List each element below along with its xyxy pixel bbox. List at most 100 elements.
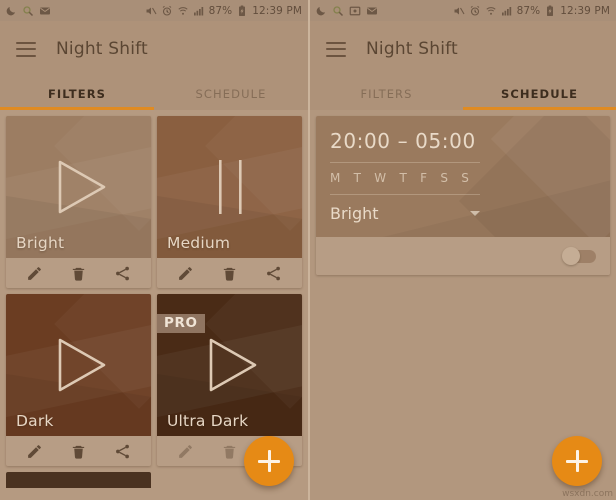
wifi-icon [485,5,497,17]
add-filter-button[interactable] [244,436,294,486]
battery-icon [544,5,556,17]
schedule-toggle[interactable] [562,247,596,265]
app-bar: Night Shift [0,21,308,77]
plus-icon [566,450,588,472]
chevron-down-icon [470,211,480,216]
schedule-time-range[interactable]: 20:00 – 05:00 [330,126,596,162]
page-title: Night Shift [366,39,458,59]
weekday-thursday[interactable]: T [399,171,407,185]
delete-icon[interactable] [221,265,238,282]
edit-icon[interactable] [26,443,43,460]
hamburger-icon[interactable] [16,41,36,57]
schedule-card-body: 20:00 – 05:00 M T W T F S S Bright [316,116,610,237]
plus-icon [258,450,280,472]
edit-icon[interactable] [177,265,194,282]
share-icon[interactable] [114,443,131,460]
status-bar-notification-icons [315,5,378,17]
schedule-card-footer [316,237,610,275]
tab-bar: FILTERS SCHEDULE [0,77,308,110]
edit-icon [177,443,194,460]
delete-icon [221,443,238,460]
edit-icon[interactable] [26,265,43,282]
play-icon [46,334,112,396]
schedule-screen: 87% 12:39 PM Night Shift FILTERS SCHEDUL… [308,0,616,500]
filter-card-grid: Bright Medium Dark PRO Ultra Dark [6,116,302,466]
status-bar-system-icons: 87% 12:39 PM [145,5,302,17]
clock: 12:39 PM [252,4,302,17]
delete-icon[interactable] [70,443,87,460]
filter-card-dark[interactable]: Dark [6,294,151,466]
alarm-icon [161,5,173,17]
battery-icon [236,5,248,17]
mute-icon [145,5,157,17]
weekday-sunday[interactable]: S [461,171,469,185]
schedule-filter-value: Bright [330,204,379,223]
signal-icon [193,5,205,17]
divider [330,194,480,195]
status-bar-notification-icons [5,5,51,17]
page-title: Night Shift [56,39,148,59]
schedule-time-row[interactable]: 20:00 – 05:00 [330,126,596,163]
filter-card-actions [6,258,151,288]
tab-filters[interactable]: FILTERS [310,77,463,110]
delete-icon[interactable] [70,265,87,282]
filter-name: Bright [16,234,65,252]
pause-icon [206,156,254,218]
tab-schedule[interactable]: SCHEDULE [154,77,308,110]
tab-bar: FILTERS SCHEDULE [310,77,616,110]
filter-name: Ultra Dark [167,412,249,430]
watermark: wsxdn.com [562,489,613,499]
filters-screen: 87% 12:39 PM Night Shift FILTERS SCHEDUL… [0,0,308,500]
tab-active-indicator [463,107,616,110]
weekday-selector[interactable]: M T W T F S S [330,163,596,194]
status-bar: 87% 12:39 PM [310,0,616,21]
schedule-days-row[interactable]: M T W T F S S [330,163,596,195]
battery-percentage: 87% [208,4,233,17]
alarm-icon [469,5,481,17]
search-icon [332,5,344,17]
filter-card-art[interactable]: Medium [157,116,302,258]
toggle-knob [562,247,580,265]
filter-card-art[interactable]: PRO Ultra Dark [157,294,302,436]
pro-badge: PRO [157,314,205,333]
tab-filters[interactable]: FILTERS [0,77,154,110]
envelope-icon [39,5,51,17]
play-icon [197,334,263,396]
moon-icon [315,5,327,17]
clock: 12:39 PM [560,4,610,17]
dual-screenshot-stage: 87% 12:39 PM Night Shift FILTERS SCHEDUL… [0,0,616,500]
filter-card-bright[interactable]: Bright [6,116,151,288]
filter-card-actions [6,436,151,466]
weekday-monday[interactable]: M [330,171,341,185]
filter-name: Medium [167,234,231,252]
play-icon [46,156,112,218]
weekday-friday[interactable]: F [420,171,427,185]
search-icon [22,5,34,17]
mute-icon [453,5,465,17]
filter-card-actions [157,258,302,288]
tab-schedule[interactable]: SCHEDULE [463,77,616,110]
schedule-card[interactable]: 20:00 – 05:00 M T W T F S S Bright [316,116,610,275]
filter-name: Dark [16,412,54,430]
status-bar-system-icons: 87% 12:39 PM [453,5,610,17]
filter-card-art[interactable]: Dark [6,294,151,436]
hamburger-icon[interactable] [326,41,346,57]
weekday-wednesday[interactable]: W [374,171,386,185]
status-bar: 87% 12:39 PM [0,0,308,21]
app-bar: Night Shift [310,21,616,77]
share-icon[interactable] [114,265,131,282]
filter-card-medium[interactable]: Medium [157,116,302,288]
battery-percentage: 87% [516,4,541,17]
weekday-tuesday[interactable]: T [354,171,362,185]
wifi-icon [177,5,189,17]
screenshot-icon [349,5,361,17]
signal-icon [501,5,513,17]
filter-card-art[interactable]: Bright [6,116,151,258]
share-icon[interactable] [265,265,282,282]
envelope-icon [366,5,378,17]
moon-icon [5,5,17,17]
filter-card-partial-next[interactable] [6,472,151,488]
weekday-saturday[interactable]: S [440,171,448,185]
add-schedule-button[interactable] [552,436,602,486]
schedule-filter-dropdown[interactable]: Bright [330,195,480,225]
